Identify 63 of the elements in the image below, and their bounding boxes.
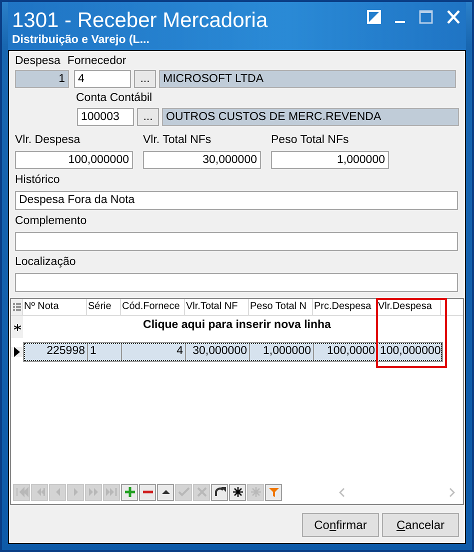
account-name-field: OUTROS CUSTOS DE MERC.REVENDA	[162, 108, 459, 126]
refresh-icon	[212, 485, 226, 499]
value-field[interactable]: 1,000000	[271, 151, 389, 169]
first-icon	[14, 485, 28, 499]
field-label: Vlr. Total NFs	[143, 134, 212, 147]
table-row[interactable]: 225998 1 4 30,000000 1,000000 100,0000 100,000000	[23, 342, 443, 362]
asterisk-icon	[248, 485, 262, 499]
table-cell: 100,0000	[314, 343, 378, 361]
scroll-right-icon[interactable]	[449, 488, 455, 496]
field-label: Conta Contábil	[76, 92, 154, 105]
table-cell: 30,000000	[186, 343, 250, 361]
new-row-icon	[14, 324, 20, 330]
asterisk-icon	[230, 485, 244, 499]
column-header[interactable]: Cód.Fornece	[121, 299, 185, 315]
despesa-field: 1	[15, 70, 69, 88]
asterisk-button[interactable]	[229, 484, 246, 500]
remove-button[interactable]	[139, 484, 156, 500]
add-icon	[122, 485, 136, 499]
table-cell: 1,000000	[250, 343, 314, 361]
text-field[interactable]: Despesa Fora da Nota	[15, 191, 458, 210]
table-cell: 225998	[24, 343, 88, 361]
scroll-left-icon[interactable]	[339, 488, 345, 496]
lookup-button[interactable]: ...	[137, 108, 159, 126]
column-header[interactable]: Vlr.Despesa	[377, 299, 441, 315]
up-button[interactable]	[157, 484, 174, 500]
table-cell: 4	[122, 343, 186, 361]
close-icon[interactable]	[447, 10, 460, 24]
column-header[interactable]: Peso Total N	[249, 299, 313, 315]
value-field[interactable]: 100,000000	[15, 151, 133, 169]
field-label: Fornecedor	[67, 55, 126, 68]
text-field[interactable]	[15, 232, 458, 251]
field-label: Histórico	[15, 174, 61, 187]
column-header[interactable]: Série	[87, 299, 121, 315]
last-icon	[104, 485, 118, 499]
filter-button[interactable]	[265, 484, 282, 500]
restore-icon[interactable]	[367, 10, 381, 24]
refresh-button[interactable]	[211, 484, 228, 500]
value-field[interactable]: 30,000000	[143, 151, 261, 169]
field-label: Localização	[15, 256, 77, 269]
column-chooser-icon[interactable]	[13, 302, 21, 312]
window-subtitle: Distribuição e Varejo (L...	[11, 34, 150, 46]
filter-icon	[266, 485, 280, 499]
next-page-icon	[86, 485, 100, 499]
field-label: Vlr. Despesa	[15, 134, 82, 147]
field-label: Despesa	[15, 55, 60, 68]
supplier-name-field: MICROSOFT LTDA	[159, 70, 456, 88]
field-label: Peso Total NFs	[271, 134, 350, 147]
column-header[interactable]: Vlr.Total NF	[185, 299, 249, 315]
maximize-icon[interactable]	[419, 10, 433, 24]
lookup-button[interactable]: ...	[134, 70, 156, 88]
window-title: 1301 - Receber Mercadoria	[11, 8, 268, 34]
table-cell: 1	[88, 343, 122, 361]
text-field[interactable]	[15, 273, 458, 292]
table-cell: 100,000000	[378, 343, 442, 361]
supplier-code-field[interactable]: 4	[74, 70, 131, 88]
add-button[interactable]	[121, 484, 138, 500]
column-header[interactable]: Nº Nota	[23, 299, 87, 315]
account-code-field[interactable]: 100003	[77, 108, 134, 126]
field-label: Complemento	[15, 215, 88, 228]
cancel-icon	[194, 485, 208, 499]
new-row-prompt[interactable]: Clique aqui para inserir nova linha	[23, 316, 463, 338]
dialog-button[interactable]: Confirmar	[302, 513, 379, 537]
dialog-button[interactable]: Cancelar	[382, 513, 459, 537]
